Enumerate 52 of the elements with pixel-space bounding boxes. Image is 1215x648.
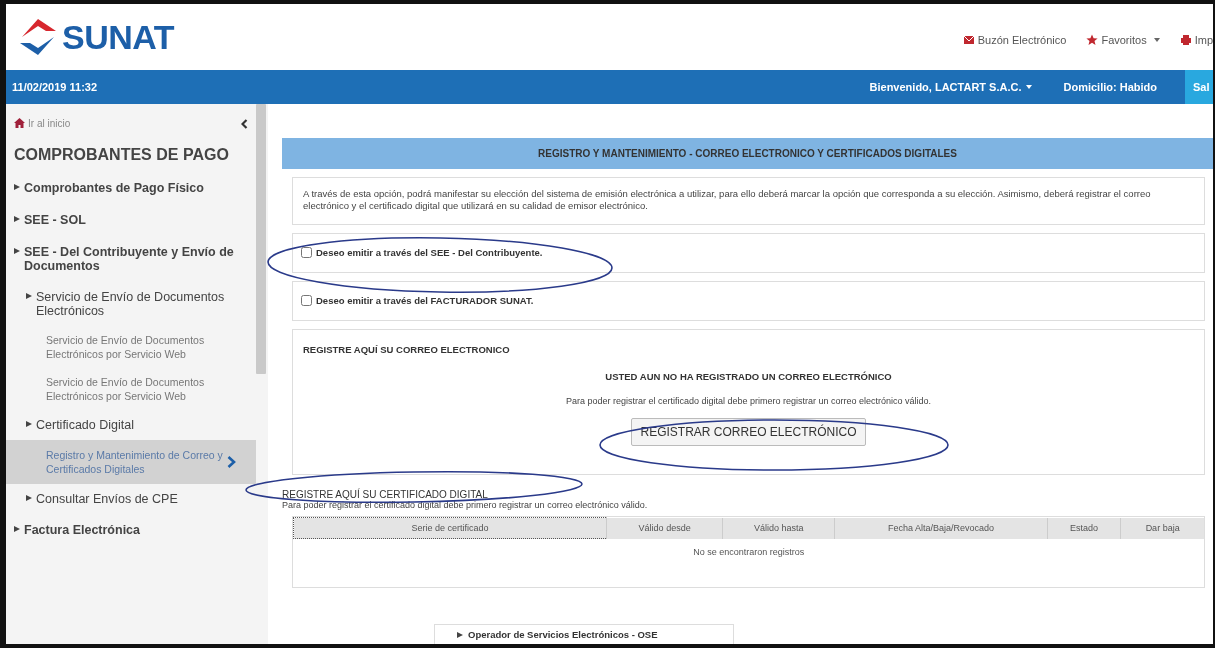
column-header[interactable]: Válido hasta <box>722 517 835 539</box>
menu-item[interactable]: Operador de Servicios Electrónicos - OSE <box>434 624 734 644</box>
menu-item[interactable]: Certificado Digital <box>6 410 256 440</box>
intro-text: A través de esta opción, podrá manifestar su elección del sistema de emisión electrónica a utilizar, para ello deberá marcar la opción que corresponda a su elección. Asimismo, deberá registrar el correo electrónico y el certificado digital que utilizará en su calidad de emisor electrónico. <box>292 177 1205 225</box>
menu-item[interactable]: Comprobantes de Pago Físico <box>6 172 256 204</box>
triangle-icon <box>14 526 20 532</box>
header-link[interactable]: Favoritos <box>1086 34 1160 46</box>
menu-item[interactable]: Consultar Envíos de CPE <box>6 484 256 514</box>
user-menu[interactable]: Bienvenido, LACTART S.A.C. <box>869 81 1032 93</box>
menu-item[interactable]: Servicio de Envío de Documentos Electrónicos por Servicio Web <box>6 326 256 368</box>
collapse-button[interactable] <box>241 116 248 130</box>
header-link[interactable]: Buzón Electrónico <box>962 34 1067 46</box>
triangle-icon <box>26 421 32 427</box>
column-header[interactable]: Serie de certificado <box>293 517 607 539</box>
triangle-icon <box>14 216 20 222</box>
menu-item[interactable]: SEE - Del Contribuyente y Envío de Documentos <box>6 236 256 282</box>
column-header[interactable]: Dar baja <box>1120 517 1204 539</box>
checkbox[interactable] <box>301 247 312 258</box>
chevron-icon <box>227 456 236 468</box>
triangle-icon <box>26 293 32 299</box>
triangle-icon <box>14 184 20 190</box>
menu-item[interactable]: Servicio de Envío de Documentos Electrónicos por Servicio Web <box>6 368 256 410</box>
star-icon <box>1086 34 1099 46</box>
column-header[interactable]: Fecha Alta/Baja/Revocado <box>834 517 1048 539</box>
triangle-icon <box>14 248 20 254</box>
column-header[interactable]: Válido desde <box>606 517 723 539</box>
mail-icon <box>962 34 975 46</box>
section-heading: REGISTRE AQUÍ SU CERTIFICADO DIGITAL <box>282 489 489 500</box>
notice-text: USTED AUN NO HA REGISTRADO UN CORREO ELECTRÓNICO <box>605 371 892 382</box>
triangle-icon <box>457 631 463 638</box>
date-time: 11/02/2019 11:32 <box>11 81 98 93</box>
option-label[interactable]: Deseo emitir a través del SEE - Del Contribuyente. <box>316 247 543 258</box>
section-heading: COMPROBANTES DE PAGO <box>13 145 230 165</box>
register-email-button[interactable]: REGISTRAR CORREO ELECTRÓNICO <box>631 418 866 446</box>
menu-item[interactable]: Servicio de Envío de Documentos Electrónicos <box>6 282 256 326</box>
checkbox[interactable] <box>301 295 312 306</box>
hint-text: Para poder registrar el certificado digital debe primero registrar un correo electrónico válido. <box>565 396 932 406</box>
header-link[interactable]: Imp <box>1179 34 1213 46</box>
page-title: REGISTRO Y MANTENIMIENTO - CORREO ELECTRONICO Y CERTIFICADOS DIGITALES <box>282 138 1213 169</box>
scrollbar[interactable] <box>256 104 266 374</box>
triangle-icon <box>26 495 32 501</box>
home-icon <box>14 118 25 128</box>
caret-icon <box>1025 85 1032 89</box>
menu-item[interactable]: Factura Electrónica <box>6 514 256 546</box>
chevron-icon <box>241 119 248 129</box>
option-label[interactable]: Deseo emitir a través del FACTURADOR SUNAT. <box>316 295 534 306</box>
domicile-status: Domicilio: Habido <box>1063 81 1157 93</box>
column-header[interactable]: Estado <box>1047 517 1121 539</box>
empty-message: No se encontraron registros <box>293 538 1204 565</box>
logo-text: SUNAT <box>62 17 175 57</box>
section-heading: REGISTRE AQUÍ SU CORREO ELECTRONICO <box>303 344 510 355</box>
menu-item[interactable]: SEE - SOL <box>6 204 256 236</box>
